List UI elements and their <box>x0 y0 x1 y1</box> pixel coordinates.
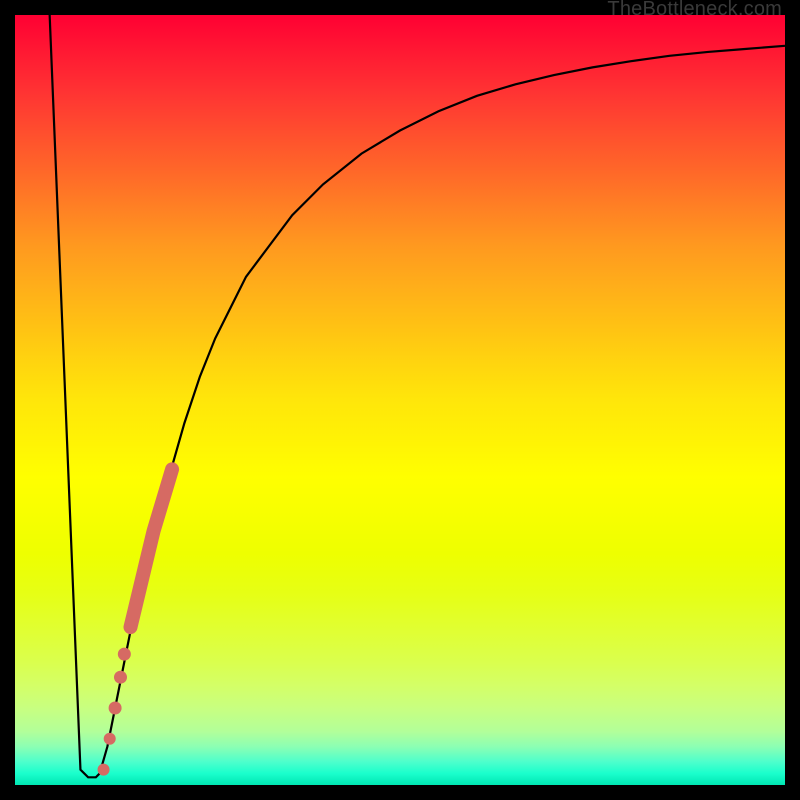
chart-container: TheBottleneck.com <box>0 0 800 800</box>
scatter-points <box>98 469 173 775</box>
thick-segment <box>131 469 173 627</box>
scatter-dot <box>98 764 110 776</box>
plot-area <box>15 15 785 785</box>
scatter-dot <box>104 733 116 745</box>
curve-layer <box>15 15 785 785</box>
curve-path <box>50 15 785 777</box>
scatter-dot <box>114 671 127 684</box>
bottleneck-curve <box>50 15 785 777</box>
scatter-dot <box>109 702 122 715</box>
scatter-dot <box>118 648 131 661</box>
